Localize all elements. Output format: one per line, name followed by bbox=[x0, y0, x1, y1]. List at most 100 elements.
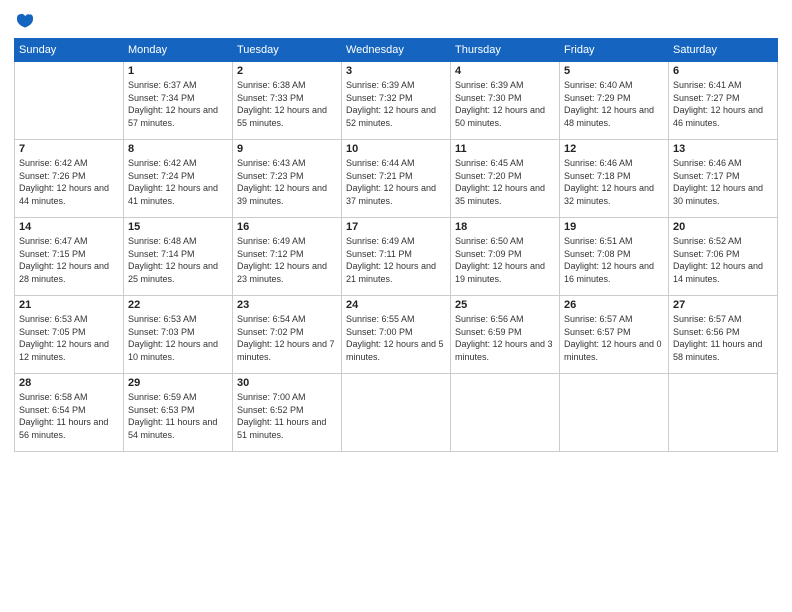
day-info: Sunrise: 6:59 AMSunset: 6:53 PMDaylight:… bbox=[128, 391, 228, 441]
day-info: Sunrise: 6:43 AMSunset: 7:23 PMDaylight:… bbox=[237, 157, 337, 207]
day-number: 14 bbox=[19, 221, 119, 233]
calendar-header-thursday: Thursday bbox=[451, 39, 560, 62]
day-number: 22 bbox=[128, 299, 228, 311]
calendar-cell bbox=[342, 374, 451, 452]
day-number: 9 bbox=[237, 143, 337, 155]
day-number: 21 bbox=[19, 299, 119, 311]
calendar-cell: 6 Sunrise: 6:41 AMSunset: 7:27 PMDaylight… bbox=[669, 62, 778, 140]
calendar-week-1: 1 Sunrise: 6:37 AMSunset: 7:34 PMDaylight… bbox=[15, 62, 778, 140]
calendar-cell: 18Sunrise: 6:50 AMSunset: 7:09 PMDayligh… bbox=[451, 218, 560, 296]
logo bbox=[14, 10, 38, 32]
calendar-cell bbox=[669, 374, 778, 452]
day-number: 1 bbox=[128, 65, 228, 77]
calendar-cell: 27 Sunrise: 6:57 AMSunset: 6:56 PMDayligh… bbox=[669, 296, 778, 374]
logo-icon bbox=[14, 10, 36, 32]
day-number: 27 bbox=[673, 299, 773, 311]
calendar-table: SundayMondayTuesdayWednesdayThursdayFrid… bbox=[14, 38, 778, 452]
day-number: 5 bbox=[564, 65, 664, 77]
calendar-cell: 22 Sunrise: 6:53 AMSunset: 7:03 PMDayligh… bbox=[124, 296, 233, 374]
day-number: 24 bbox=[346, 299, 446, 311]
day-number: 8 bbox=[128, 143, 228, 155]
day-info: Sunrise: 6:57 AMSunset: 6:56 PMDaylight:… bbox=[673, 313, 773, 363]
calendar-week-5: 28 Sunrise: 6:58 AMSunset: 6:54 PMDayligh… bbox=[15, 374, 778, 452]
calendar-cell: 2 Sunrise: 6:38 AMSunset: 7:33 PMDaylight… bbox=[233, 62, 342, 140]
calendar-cell: 14 Sunrise: 6:47 AMSunset: 7:15 PMDayligh… bbox=[15, 218, 124, 296]
day-info: Sunrise: 6:52 AMSunset: 7:06 PMDaylight:… bbox=[673, 235, 773, 285]
day-number: 28 bbox=[19, 377, 119, 389]
day-number: 3 bbox=[346, 65, 446, 77]
calendar-week-3: 14 Sunrise: 6:47 AMSunset: 7:15 PMDayligh… bbox=[15, 218, 778, 296]
calendar-cell: 12 Sunrise: 6:46 AMSunset: 7:18 PMDayligh… bbox=[560, 140, 669, 218]
day-info: Sunrise: 6:39 AMSunset: 7:30 PMDaylight:… bbox=[455, 79, 555, 129]
day-info: Sunrise: 6:46 AMSunset: 7:18 PMDaylight:… bbox=[564, 157, 664, 207]
day-number: 23 bbox=[237, 299, 337, 311]
day-number: 26 bbox=[564, 299, 664, 311]
calendar-cell bbox=[451, 374, 560, 452]
calendar-cell: 13 Sunrise: 6:46 AMSunset: 7:17 PMDayligh… bbox=[669, 140, 778, 218]
day-number: 25 bbox=[455, 299, 555, 311]
day-info: Sunrise: 6:53 AMSunset: 7:03 PMDaylight:… bbox=[128, 313, 228, 363]
calendar-cell bbox=[560, 374, 669, 452]
day-info: Sunrise: 6:51 AMSunset: 7:08 PMDaylight:… bbox=[564, 235, 664, 285]
calendar-cell: 28 Sunrise: 6:58 AMSunset: 6:54 PMDayligh… bbox=[15, 374, 124, 452]
day-info: Sunrise: 6:54 AMSunset: 7:02 PMDaylight:… bbox=[237, 313, 337, 363]
calendar-week-4: 21Sunrise: 6:53 AMSunset: 7:05 PMDayligh… bbox=[15, 296, 778, 374]
day-number: 10 bbox=[346, 143, 446, 155]
day-number: 19 bbox=[564, 221, 664, 233]
calendar-cell: 11Sunrise: 6:45 AMSunset: 7:20 PMDayligh… bbox=[451, 140, 560, 218]
calendar-cell: 5 Sunrise: 6:40 AMSunset: 7:29 PMDaylight… bbox=[560, 62, 669, 140]
day-info: Sunrise: 6:56 AMSunset: 6:59 PMDaylight:… bbox=[455, 313, 555, 363]
calendar-cell: 3 Sunrise: 6:39 AMSunset: 7:32 PMDaylight… bbox=[342, 62, 451, 140]
calendar-header-sunday: Sunday bbox=[15, 39, 124, 62]
day-info: Sunrise: 6:41 AMSunset: 7:27 PMDaylight:… bbox=[673, 79, 773, 129]
day-info: Sunrise: 6:37 AMSunset: 7:34 PMDaylight:… bbox=[128, 79, 228, 129]
day-info: Sunrise: 6:40 AMSunset: 7:29 PMDaylight:… bbox=[564, 79, 664, 129]
day-number: 17 bbox=[346, 221, 446, 233]
calendar-cell: 26 Sunrise: 6:57 AMSunset: 6:57 PMDayligh… bbox=[560, 296, 669, 374]
calendar-cell: 21Sunrise: 6:53 AMSunset: 7:05 PMDayligh… bbox=[15, 296, 124, 374]
calendar-header-friday: Friday bbox=[560, 39, 669, 62]
day-info: Sunrise: 6:47 AMSunset: 7:15 PMDaylight:… bbox=[19, 235, 119, 285]
day-number: 15 bbox=[128, 221, 228, 233]
day-number: 6 bbox=[673, 65, 773, 77]
calendar-cell: 20 Sunrise: 6:52 AMSunset: 7:06 PMDayligh… bbox=[669, 218, 778, 296]
calendar-cell: 29 Sunrise: 6:59 AMSunset: 6:53 PMDayligh… bbox=[124, 374, 233, 452]
day-info: Sunrise: 6:42 AMSunset: 7:24 PMDaylight:… bbox=[128, 157, 228, 207]
calendar-cell: 30Sunrise: 7:00 AMSunset: 6:52 PMDayligh… bbox=[233, 374, 342, 452]
day-info: Sunrise: 6:46 AMSunset: 7:17 PMDaylight:… bbox=[673, 157, 773, 207]
day-info: Sunrise: 6:49 AMSunset: 7:11 PMDaylight:… bbox=[346, 235, 446, 285]
day-number: 20 bbox=[673, 221, 773, 233]
calendar-header-saturday: Saturday bbox=[669, 39, 778, 62]
day-number: 29 bbox=[128, 377, 228, 389]
calendar-cell: 17 Sunrise: 6:49 AMSunset: 7:11 PMDayligh… bbox=[342, 218, 451, 296]
calendar-cell: 25 Sunrise: 6:56 AMSunset: 6:59 PMDayligh… bbox=[451, 296, 560, 374]
calendar-cell: 16Sunrise: 6:49 AMSunset: 7:12 PMDayligh… bbox=[233, 218, 342, 296]
day-info: Sunrise: 6:45 AMSunset: 7:20 PMDaylight:… bbox=[455, 157, 555, 207]
calendar-cell: 7Sunrise: 6:42 AMSunset: 7:26 PMDaylight… bbox=[15, 140, 124, 218]
day-info: Sunrise: 6:39 AMSunset: 7:32 PMDaylight:… bbox=[346, 79, 446, 129]
day-info: Sunrise: 6:55 AMSunset: 7:00 PMDaylight:… bbox=[346, 313, 446, 363]
day-info: Sunrise: 6:50 AMSunset: 7:09 PMDaylight:… bbox=[455, 235, 555, 285]
day-info: Sunrise: 6:44 AMSunset: 7:21 PMDaylight:… bbox=[346, 157, 446, 207]
day-number: 2 bbox=[237, 65, 337, 77]
day-number: 12 bbox=[564, 143, 664, 155]
day-info: Sunrise: 6:58 AMSunset: 6:54 PMDaylight:… bbox=[19, 391, 119, 441]
day-number: 4 bbox=[455, 65, 555, 77]
calendar-cell: 19 Sunrise: 6:51 AMSunset: 7:08 PMDayligh… bbox=[560, 218, 669, 296]
calendar-cell: 9 Sunrise: 6:43 AMSunset: 7:23 PMDaylight… bbox=[233, 140, 342, 218]
calendar-cell bbox=[15, 62, 124, 140]
day-number: 13 bbox=[673, 143, 773, 155]
calendar-cell: 4 Sunrise: 6:39 AMSunset: 7:30 PMDaylight… bbox=[451, 62, 560, 140]
calendar-cell: 1 Sunrise: 6:37 AMSunset: 7:34 PMDaylight… bbox=[124, 62, 233, 140]
calendar-cell: 15 Sunrise: 6:48 AMSunset: 7:14 PMDayligh… bbox=[124, 218, 233, 296]
calendar-cell: 24 Sunrise: 6:55 AMSunset: 7:00 PMDayligh… bbox=[342, 296, 451, 374]
day-info: Sunrise: 6:42 AMSunset: 7:26 PMDaylight:… bbox=[19, 157, 119, 207]
day-info: Sunrise: 6:48 AMSunset: 7:14 PMDaylight:… bbox=[128, 235, 228, 285]
day-info: Sunrise: 7:00 AMSunset: 6:52 PMDaylight:… bbox=[237, 391, 337, 441]
calendar-header-monday: Monday bbox=[124, 39, 233, 62]
calendar-header-wednesday: Wednesday bbox=[342, 39, 451, 62]
day-info: Sunrise: 6:38 AMSunset: 7:33 PMDaylight:… bbox=[237, 79, 337, 129]
day-info: Sunrise: 6:57 AMSunset: 6:57 PMDaylight:… bbox=[564, 313, 664, 363]
calendar-header-tuesday: Tuesday bbox=[233, 39, 342, 62]
day-number: 16 bbox=[237, 221, 337, 233]
